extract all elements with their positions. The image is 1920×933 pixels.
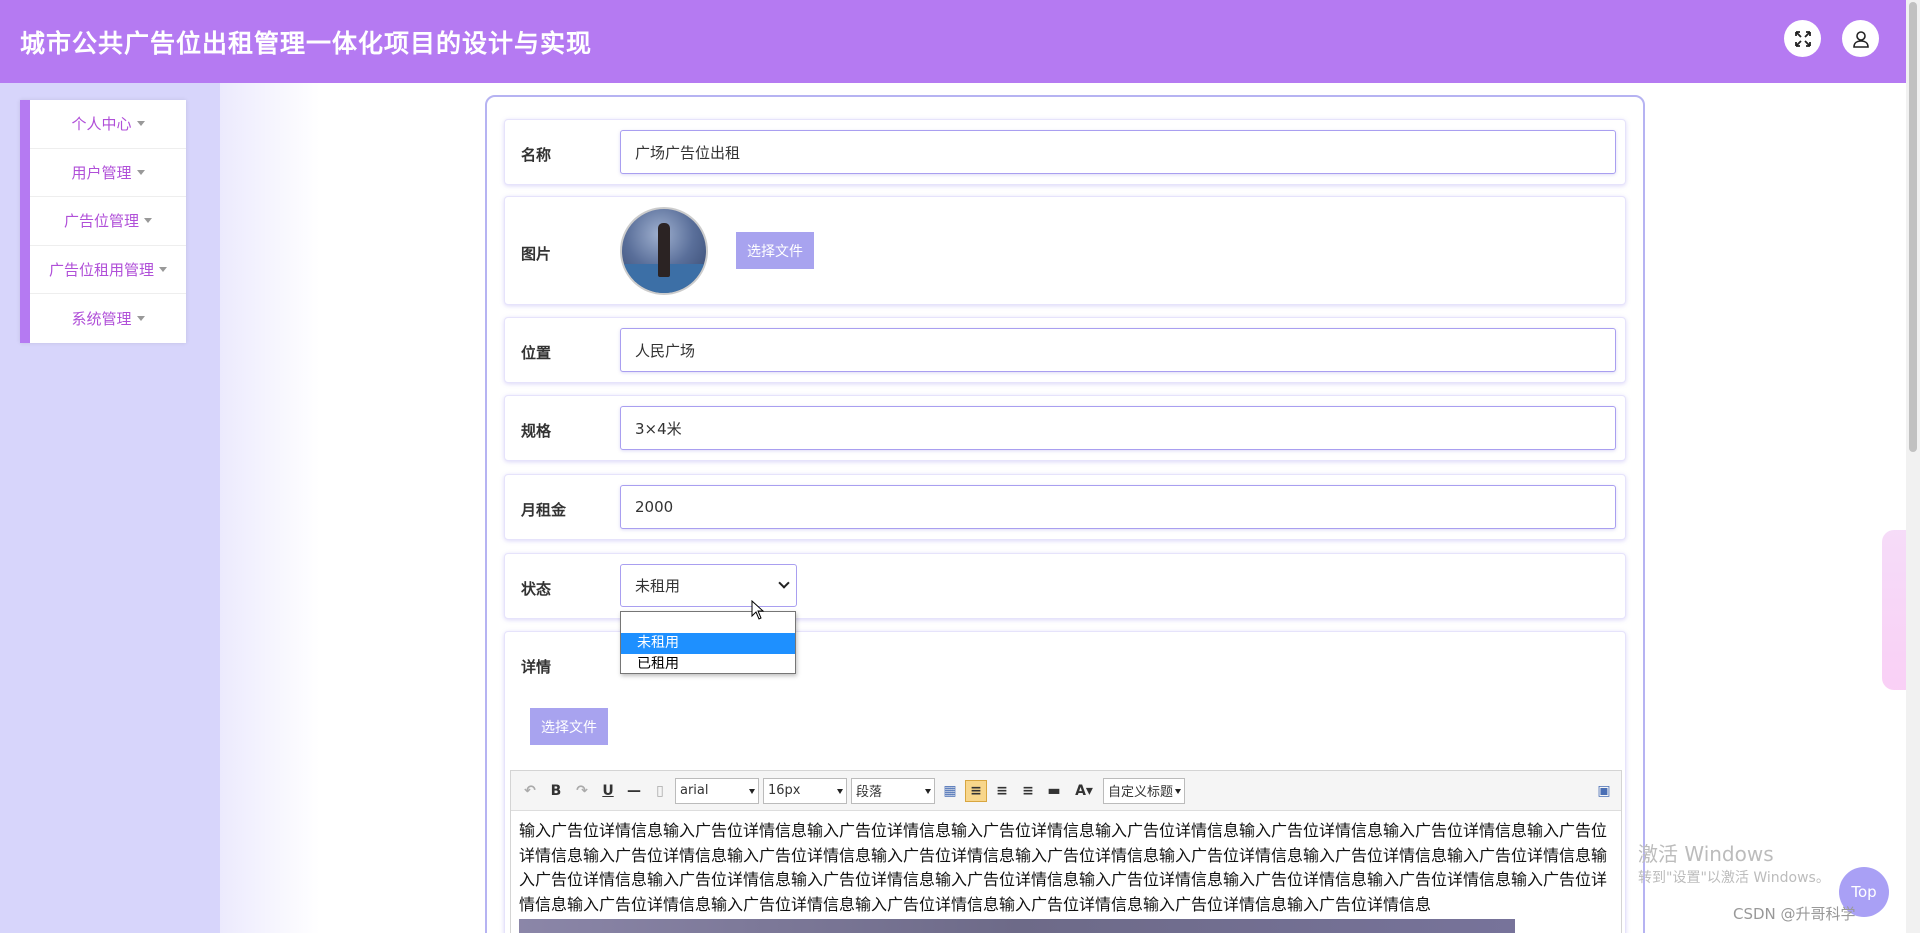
spec-label: 规格 [521,422,552,440]
font-size-select[interactable]: 16px [763,777,847,804]
horizontal-rule-icon[interactable]: — [623,780,645,802]
editor-toolbar: ↶ B ↷ U — ▯ arial 16px 段落 ▦ ≡ ≡ ≡ ▬ A▾ 自… [511,771,1621,811]
location-label: 位置 [521,344,552,362]
rent-input[interactable]: 2000 [620,485,1616,529]
decoration [1882,530,1906,690]
bold-icon[interactable]: B [545,780,567,802]
status-label: 状态 [521,580,552,598]
windows-activation-subtitle: 转到"设置"以激活 Windows。 [1638,870,1830,886]
editor-image [519,919,1515,933]
align-justify-icon[interactable]: ▬ [1043,780,1065,802]
sidebar-item-ad-space-management[interactable]: 广告位管理 [30,197,186,246]
fullscreen-icon [1794,30,1811,47]
form-row-status: 状态 未租用 [504,553,1626,619]
caret-down-icon [136,121,145,127]
csdn-watermark: CSDN @升哥科学 [1733,905,1856,923]
app-title: 城市公共广告位出租管理一体化项目的设计与实现 [20,29,593,58]
sidebar-item-label: 广告位租用管理 [48,260,154,279]
paragraph-select[interactable]: 段落 [851,777,935,804]
scrollbar-thumb[interactable] [1909,2,1917,452]
status-select[interactable]: 未租用 [620,564,797,607]
user-button[interactable] [1842,20,1879,57]
choose-file-button[interactable]: 选择文件 [736,232,814,269]
detail-label: 详情 [521,658,552,676]
underline-icon[interactable]: U [597,780,619,802]
user-icon [1852,30,1869,48]
caret-down-icon [136,315,145,321]
name-label: 名称 [521,146,552,164]
status-dropdown-list: 未租用 已租用 [620,611,796,674]
status-option-rented[interactable]: 已租用 [621,654,795,675]
rich-text-editor: ↶ B ↷ U — ▯ arial 16px 段落 ▦ ≡ ≡ ≡ ▬ A▾ 自… [510,770,1622,933]
form-row-location: 位置 人民广场 [504,317,1626,383]
status-option-empty[interactable] [621,612,795,633]
form-row-spec: 规格 3×4米 [504,395,1626,461]
name-input[interactable]: 广场广告位出租 [620,130,1616,174]
location-input[interactable]: 人民广场 [620,328,1616,372]
caret-down-icon [136,169,145,175]
table-icon[interactable]: ▦ [939,780,961,802]
sidebar-item-personal-center[interactable]: 个人中心 [30,100,186,149]
sidebar-menu: 个人中心 用户管理 广告位管理 广告位租用管理 系统管理 [20,100,186,343]
fullscreen-button[interactable] [1784,20,1821,57]
undo-icon[interactable]: ↶ [519,780,541,802]
sidebar-item-system-management[interactable]: 系统管理 [30,294,186,343]
align-center-icon[interactable]: ≡ [1017,780,1039,802]
sidebar-item-rental-management[interactable]: 广告位租用管理 [30,246,186,294]
paste-icon[interactable]: ▯ [649,780,671,802]
form-row-detail: 详情 选择文件 ↶ B ↷ U — ▯ arial 16px 段落 ▦ ≡ ≡ … [504,631,1626,933]
page-scrollbar[interactable] [1906,0,1920,933]
redo-icon[interactable]: ↷ [571,780,593,802]
font-color-icon[interactable]: A▾ [1069,780,1099,802]
align-left-icon[interactable]: ≡ [965,779,987,802]
sidebar-item-label: 用户管理 [71,163,132,182]
sidebar-item-label: 个人中心 [71,115,132,134]
preview-icon[interactable]: ▣ [1593,780,1615,802]
edit-form: 名称 广场广告位出租 图片 选择文件 位置 人民广场 规格 3×4米 月租金 2… [485,95,1645,933]
caret-down-icon [159,266,167,272]
status-option-unrented[interactable]: 未租用 [621,633,795,654]
custom-title-select[interactable]: 自定义标题 [1103,777,1185,804]
form-row-name: 名称 广场广告位出租 [504,119,1626,185]
rent-label: 月租金 [521,501,567,519]
caret-down-icon [144,218,152,224]
mouse-cursor-icon [751,600,765,620]
app-header: 城市公共广告位出租管理一体化项目的设计与实现 [0,0,1920,83]
sidebar-item-label: 系统管理 [71,309,132,328]
windows-activation-title: 激活 Windows [1638,842,1774,866]
form-row-image: 图片 选择文件 [504,196,1626,305]
form-row-rent: 月租金 2000 [504,474,1626,540]
status-select-value: 未租用 [635,577,681,595]
editor-content[interactable]: 输入广告位详情信息输入广告位详情信息输入广告位详情信息输入广告位详情信息输入广告… [511,811,1621,919]
font-family-select[interactable]: arial [675,777,759,804]
sidebar-item-label: 广告位管理 [63,212,139,231]
chevron-down-icon [778,577,790,589]
uploaded-image-thumbnail [620,207,708,295]
detail-choose-file-button[interactable]: 选择文件 [530,708,608,745]
sidebar-item-user-management[interactable]: 用户管理 [30,149,186,197]
spec-input[interactable]: 3×4米 [620,406,1616,450]
align-right-icon[interactable]: ≡ [991,780,1013,802]
image-label: 图片 [521,245,552,263]
